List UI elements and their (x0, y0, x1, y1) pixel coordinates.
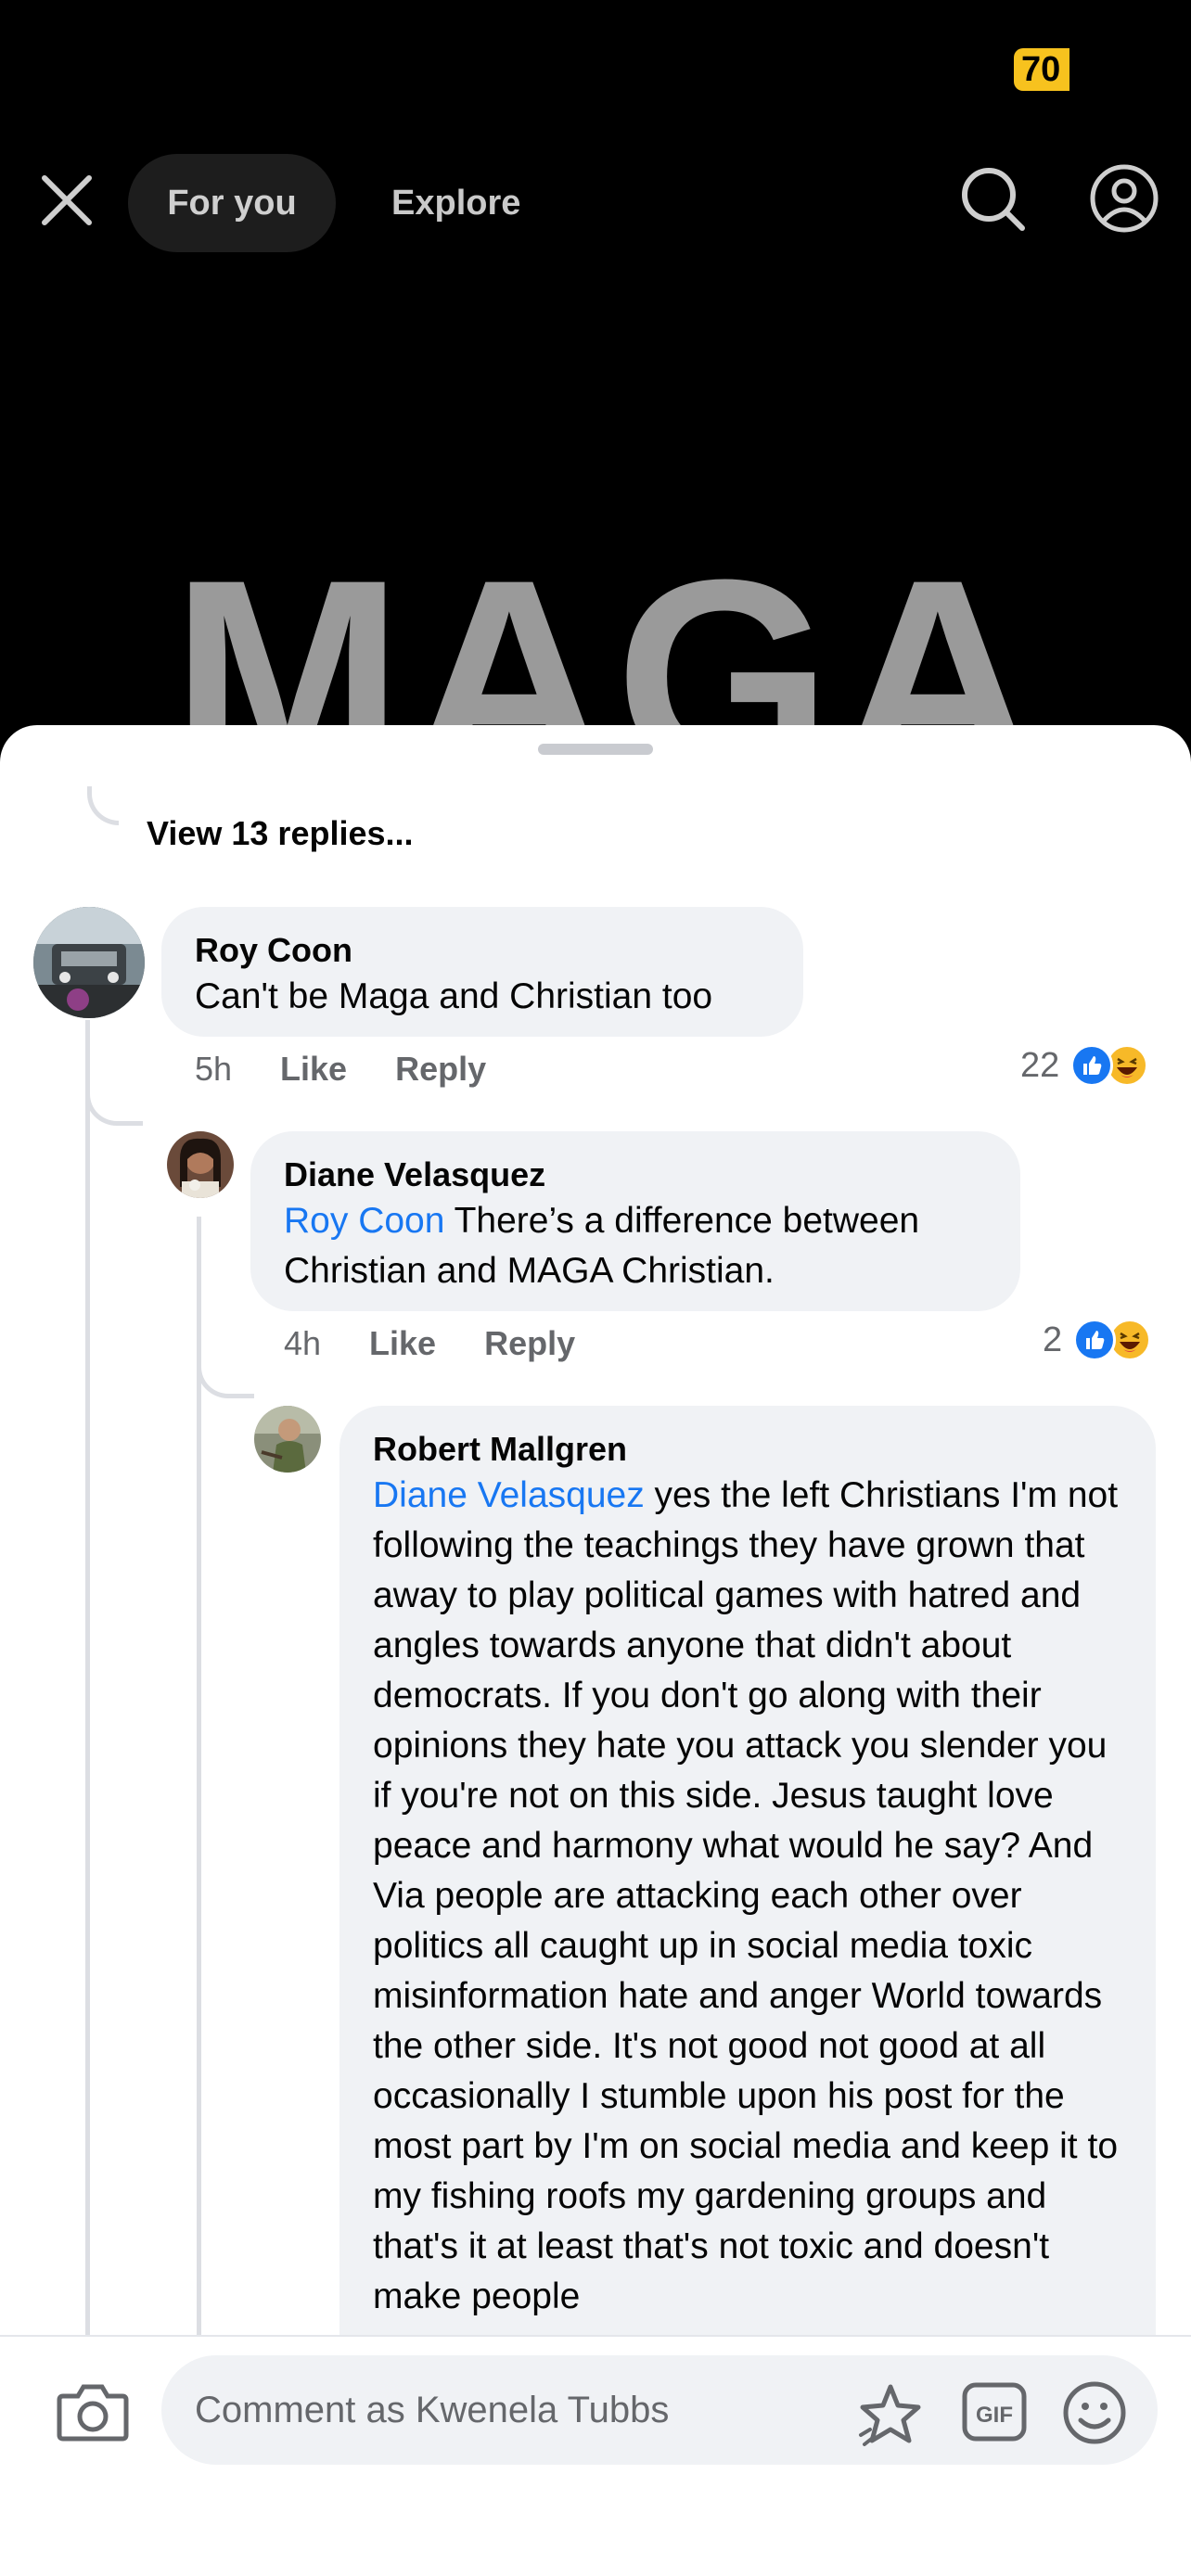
comment-bubble[interactable]: Diane Velasquez Roy Coon There’s a diffe… (250, 1131, 1020, 1311)
gif-icon[interactable]: GIF (961, 2381, 1028, 2442)
comment-time: 4h (284, 1324, 322, 1362)
comment-author[interactable]: Diane Velasquez (284, 1155, 987, 1194)
svg-text:GIF: GIF (976, 2403, 1013, 2428)
comment-actions: 4h Like Reply (284, 1324, 623, 1363)
avatar[interactable] (33, 907, 145, 1018)
battery-indicator: 70 (1014, 48, 1069, 91)
reply-button[interactable]: Reply (395, 1050, 486, 1089)
mention-link[interactable]: Roy Coon (284, 1201, 444, 1241)
camera-icon[interactable] (56, 2379, 130, 2444)
thread-connector (197, 1345, 254, 1398)
thread-connector (85, 1072, 143, 1126)
tab-explore[interactable]: Explore (364, 154, 548, 252)
comment-input[interactable] (195, 2389, 844, 2431)
comment-text: Diane Velasquez yes the left Christians … (373, 1471, 1122, 2322)
thread-connector (87, 786, 119, 825)
avatar[interactable] (254, 1406, 321, 1473)
avatar[interactable] (167, 1131, 234, 1198)
sticker-icon[interactable] (857, 2381, 924, 2448)
comment-text: Roy Coon There’s a difference between Ch… (284, 1196, 987, 1296)
comment-author[interactable]: Robert Mallgren (373, 1430, 1122, 1469)
post-content-text: MAGA (171, 521, 1044, 729)
emoji-icon[interactable] (1061, 2379, 1128, 2446)
view-replies-link[interactable]: View 13 replies... (147, 814, 414, 853)
reaction-summary[interactable]: 2 (1043, 1319, 1152, 1361)
comments-sheet: View 13 replies... Roy Coon Can't be Mag… (0, 725, 1191, 2576)
comment-text-body: yes the left Christians I'm not followin… (373, 1475, 1119, 2316)
top-navigation: For you Explore (0, 148, 1191, 260)
comment-author[interactable]: Roy Coon (195, 931, 770, 970)
search-icon[interactable] (955, 161, 1030, 236)
reply-button[interactable]: Reply (484, 1324, 575, 1363)
like-button[interactable]: Like (369, 1324, 436, 1363)
like-reaction-icon (1073, 1319, 1117, 1361)
like-button[interactable]: Like (280, 1050, 347, 1089)
comment-bubble[interactable]: Roy Coon Can't be Maga and Christian too (161, 907, 803, 1037)
comment-composer: GIF (0, 2335, 1191, 2576)
comment-text: Can't be Maga and Christian too (195, 976, 713, 1016)
like-reaction-icon (1070, 1044, 1114, 1087)
reaction-summary[interactable]: 22 (1020, 1044, 1149, 1087)
tab-for-you[interactable]: For you (128, 154, 336, 252)
profile-icon[interactable] (1087, 161, 1161, 236)
sheet-grabber[interactable] (538, 744, 653, 755)
reaction-count: 22 (1020, 1045, 1060, 1085)
close-icon[interactable] (33, 167, 100, 234)
comment-actions: 5h Like Reply (195, 1050, 534, 1089)
mention-link[interactable]: Diane Velasquez (373, 1475, 645, 1515)
comment-time: 5h (195, 1050, 233, 1088)
reaction-count: 2 (1043, 1320, 1063, 1359)
